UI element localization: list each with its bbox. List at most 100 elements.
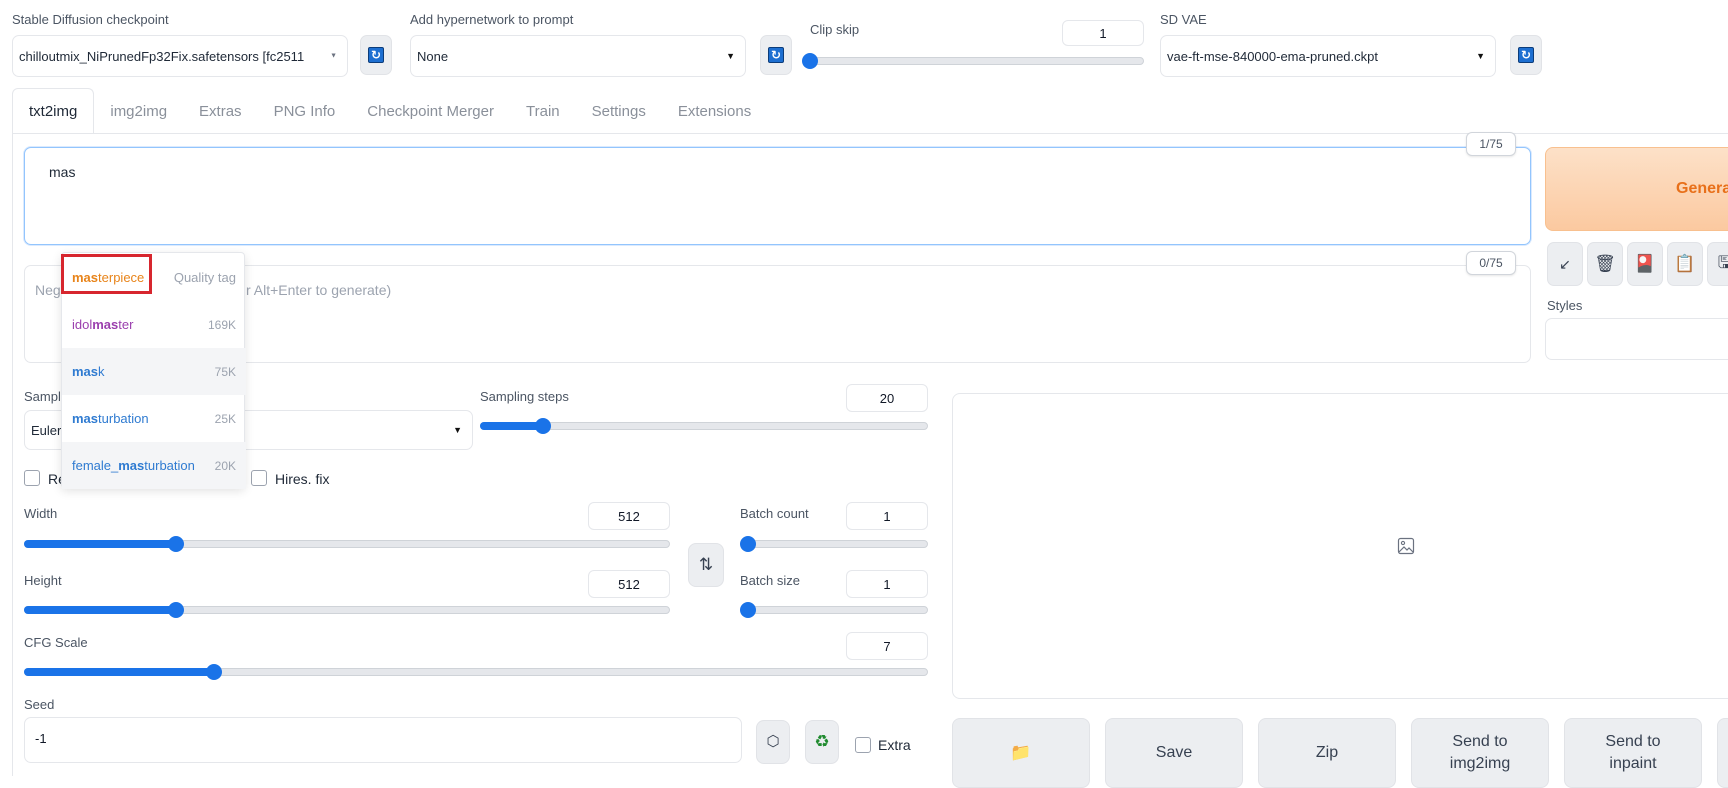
autocomplete-count: 20K: [214, 458, 236, 473]
open-folder-button[interactable]: 📁: [952, 718, 1090, 788]
save-button[interactable]: Save: [1105, 718, 1243, 788]
negative-token-counter: 0/75: [1466, 251, 1516, 275]
autocomplete-tag: female_masturbation: [72, 458, 195, 473]
clipboard-icon: 📋: [1674, 254, 1696, 273]
autocomplete-item[interactable]: mask 75K: [62, 348, 246, 395]
trash-icon: 🗑: [1594, 254, 1616, 273]
batch-size-input[interactable]: 1: [846, 570, 928, 598]
batch-count-slider[interactable]: [740, 536, 928, 552]
tab-settings[interactable]: Settings: [576, 88, 662, 134]
width-input[interactable]: 512: [588, 502, 670, 530]
clear-prompt-button[interactable]: 🗑: [1587, 242, 1623, 286]
tab-checkpoint-merger[interactable]: Checkpoint Merger: [351, 88, 510, 134]
height-input[interactable]: 512: [588, 570, 670, 598]
vae-label: SD VAE: [1160, 12, 1207, 27]
dice-icon: ⬡: [766, 732, 780, 750]
swap-vertical-icon: ⇅: [698, 554, 714, 574]
checkpoint-dropdown[interactable]: chilloutmix_NiPrunedFp32Fix.safetensors …: [12, 35, 348, 77]
chevron-down-icon: ▼: [330, 52, 337, 60]
tab-txt2img[interactable]: txt2img: [12, 88, 95, 134]
autocomplete-tag: masturbation: [72, 411, 149, 426]
refresh-icon: ↻: [368, 47, 384, 63]
cfg-scale-input[interactable]: 7: [846, 632, 928, 660]
slider-thumb[interactable]: [205, 664, 222, 680]
tab-train[interactable]: Train: [510, 88, 576, 134]
prompt-textarea[interactable]: mas: [24, 147, 1531, 245]
image-placeholder-icon: [1397, 537, 1415, 555]
width-slider[interactable]: [24, 536, 670, 552]
send-to-img2img-button[interactable]: Send to img2img: [1411, 718, 1549, 788]
slider-thumb[interactable]: [802, 53, 818, 69]
generate-button[interactable]: Genera: [1545, 147, 1728, 231]
match-text: mas: [118, 458, 145, 473]
sampling-method-value: Euler: [31, 422, 62, 438]
height-label: Height: [24, 573, 62, 588]
extra-seed-checkbox[interactable]: [855, 737, 871, 753]
batch-size-slider[interactable]: [740, 602, 928, 618]
tab-png-info[interactable]: PNG Info: [258, 88, 352, 134]
send-to-inpaint-button[interactable]: Send to inpaint: [1564, 718, 1702, 788]
reuse-seed-button[interactable]: ♻: [805, 720, 839, 764]
hypernetwork-refresh-button[interactable]: ↻: [760, 35, 792, 75]
sampling-steps-input[interactable]: 20: [846, 384, 928, 412]
autocomplete-count: Quality tag: [173, 270, 236, 285]
save-style-button[interactable]: 🖫: [1707, 242, 1728, 286]
batch-count-label: Batch count: [740, 506, 809, 521]
slider-thumb[interactable]: [740, 602, 756, 618]
checkpoint-refresh-button[interactable]: ↻: [360, 35, 392, 75]
hypernetwork-value: None: [417, 48, 449, 64]
autocomplete-item[interactable]: idolmaster 169K: [62, 301, 246, 348]
vae-dropdown[interactable]: vae-ft-mse-840000-ema-pruned.ckpt ▼: [1160, 35, 1496, 77]
chevron-down-icon: ▼: [726, 51, 735, 61]
autocomplete-item[interactable]: female_masturbation 20K: [62, 442, 246, 489]
send-to-extras-button[interactable]: [1717, 718, 1728, 788]
cfg-scale-slider[interactable]: [24, 664, 928, 680]
tab-img2img[interactable]: img2img: [94, 88, 183, 134]
apply-style-button[interactable]: 📋: [1667, 242, 1703, 286]
vae-refresh-button[interactable]: ↻: [1510, 35, 1542, 75]
checkpoint-value: chilloutmix_NiPrunedFp32Fix.safetensors …: [19, 48, 305, 64]
slider-thumb[interactable]: [167, 602, 184, 618]
clip-skip-label: Clip skip: [810, 22, 860, 37]
chevron-down-icon: ▼: [453, 425, 462, 435]
seed-value: -1: [35, 731, 47, 746]
selected-highlight-box: [61, 254, 152, 294]
hypernetwork-label: Add hypernetwork to prompt: [410, 12, 574, 27]
random-seed-button[interactable]: ⬡: [756, 720, 790, 764]
slider-thumb[interactable]: [740, 536, 756, 552]
generate-label: Genera: [1676, 180, 1728, 197]
save-icon: 🖫: [1717, 252, 1728, 272]
swap-dimensions-button[interactable]: ⇅: [688, 543, 724, 587]
recycle-icon: ♻: [814, 731, 830, 751]
folder-icon: 📁: [1010, 742, 1032, 762]
panel-left-border: [12, 133, 13, 776]
batch-count-input[interactable]: 1: [846, 502, 928, 530]
height-slider[interactable]: [24, 602, 670, 618]
slider-thumb[interactable]: [167, 536, 184, 552]
clip-skip-slider[interactable]: [802, 53, 1144, 69]
hypernetwork-dropdown[interactable]: None ▼: [410, 35, 746, 77]
autocomplete-item[interactable]: masturbation 25K: [62, 395, 246, 442]
hires-fix-label: Hires. fix: [275, 471, 330, 487]
match-text: mas: [72, 411, 99, 426]
styles-dropdown[interactable]: [1545, 318, 1728, 360]
sampling-steps-slider[interactable]: [480, 418, 928, 434]
zip-button[interactable]: Zip: [1258, 718, 1396, 788]
restore-faces-checkbox[interactable]: [24, 470, 40, 486]
seed-input[interactable]: -1: [24, 717, 742, 763]
output-image-panel: [952, 393, 1728, 699]
sampling-steps-label: Sampling steps: [480, 389, 569, 404]
tab-extras[interactable]: Extras: [183, 88, 258, 134]
tab-extensions[interactable]: Extensions: [662, 88, 767, 134]
hires-fix-checkbox[interactable]: [251, 470, 267, 486]
clip-skip-input[interactable]: 1: [1062, 20, 1144, 46]
extra-networks-button[interactable]: 🎴: [1627, 242, 1663, 286]
chevron-down-icon: ▼: [1476, 51, 1485, 61]
pre-text: female_: [72, 458, 119, 473]
slider-thumb[interactable]: [534, 418, 551, 434]
sampling-method-label: Sampl: [24, 389, 61, 404]
negative-prompt-textarea[interactable]: Neg r Alt+Enter to generate): [24, 265, 1531, 363]
width-label: Width: [24, 506, 58, 521]
autocomplete-count: 169K: [207, 317, 236, 332]
read-params-button[interactable]: ↙: [1547, 242, 1583, 286]
